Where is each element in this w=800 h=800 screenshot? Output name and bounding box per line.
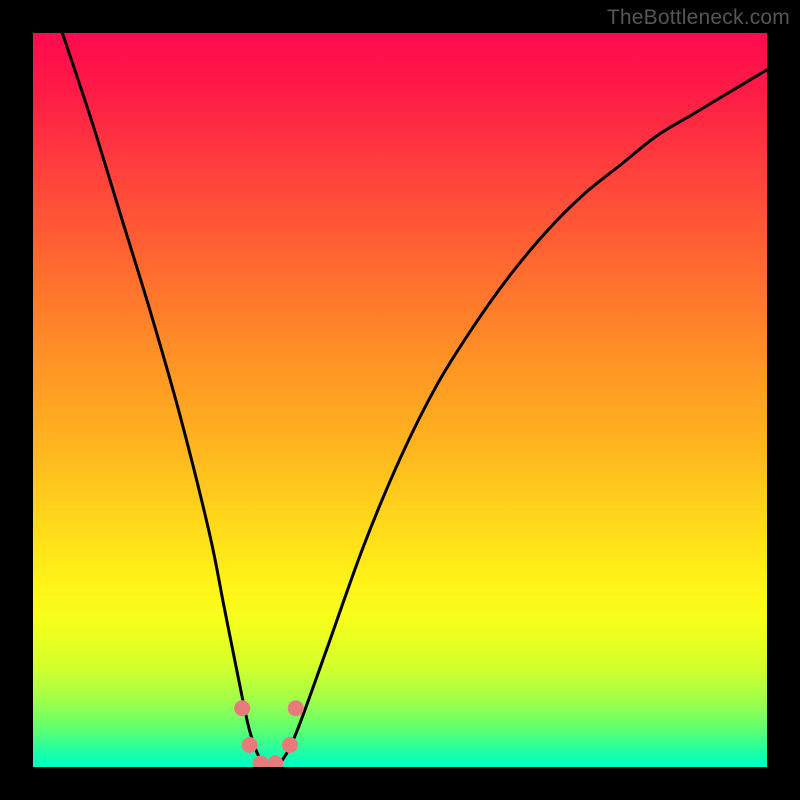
watermark-text: TheBottleneck.com xyxy=(607,6,790,30)
data-marker xyxy=(288,700,304,716)
data-marker xyxy=(282,737,298,753)
plot-area xyxy=(33,33,767,767)
curve-path xyxy=(62,33,767,767)
chart-frame: TheBottleneck.com xyxy=(0,0,800,800)
data-marker xyxy=(242,737,258,753)
data-marker xyxy=(234,700,250,716)
bottleneck-curve xyxy=(33,33,767,767)
data-marker xyxy=(267,755,283,767)
data-marker xyxy=(253,755,269,767)
